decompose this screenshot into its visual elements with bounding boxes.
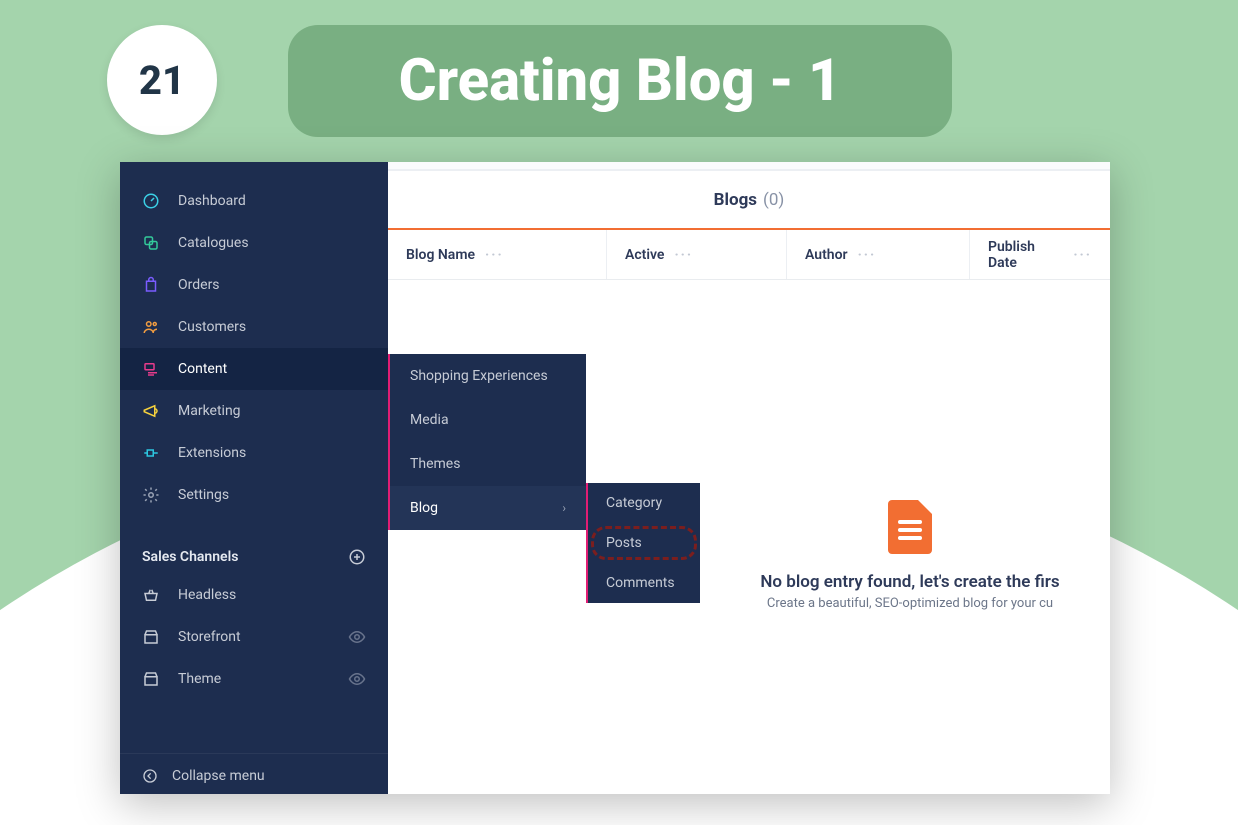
content-icon [142, 360, 160, 378]
channel-label: Headless [178, 587, 236, 603]
sidebar-item-customers[interactable]: Customers [120, 306, 388, 348]
page-title-text: Blogs [714, 190, 757, 210]
chevron-right-icon: › [562, 501, 566, 515]
sidebar-item-dashboard[interactable]: Dashboard [120, 180, 388, 222]
submenu-label: Comments [606, 575, 675, 591]
submenu-item-themes[interactable]: Themes [390, 442, 586, 486]
submenu-label: Blog [410, 500, 438, 516]
column-label: Blog Name [406, 247, 475, 263]
sidebar: Dashboard Catalogues Orders Customers Co… [120, 162, 388, 794]
dashboard-icon [142, 192, 160, 210]
channel-item-storefront[interactable]: Storefront [120, 616, 388, 658]
storefront-icon [142, 628, 160, 646]
sidebar-item-marketing[interactable]: Marketing [120, 390, 388, 432]
submenu-item-blog[interactable]: Blog › [390, 486, 586, 530]
add-channel-icon[interactable] [348, 548, 366, 566]
submenu-label: Category [606, 495, 662, 511]
sidebar-item-label: Settings [178, 487, 229, 503]
column-menu-icon[interactable]: ··· [674, 247, 693, 263]
submenu-label: Shopping Experiences [410, 368, 548, 384]
extensions-icon [142, 444, 160, 462]
blog-submenu-category[interactable]: Category [588, 483, 700, 523]
page-title: Blogs (0) [388, 170, 1110, 228]
column-header-blog-name[interactable]: Blog Name ··· [388, 230, 607, 279]
collapse-label: Collapse menu [172, 768, 265, 784]
catalogues-icon [142, 234, 160, 252]
sidebar-item-label: Catalogues [178, 235, 249, 251]
column-header-active[interactable]: Active ··· [607, 230, 787, 279]
submenu-label: Posts [606, 535, 642, 551]
customers-icon [142, 318, 160, 336]
channel-label: Theme [178, 671, 221, 687]
table-header: Blog Name ··· Active ··· Author ··· Publish… [388, 228, 1110, 280]
column-header-author[interactable]: Author ··· [787, 230, 970, 279]
visibility-icon[interactable] [348, 628, 366, 646]
storefront-icon [142, 670, 160, 688]
visibility-icon[interactable] [348, 670, 366, 688]
sidebar-item-label: Dashboard [178, 193, 246, 209]
section-header-label: Sales Channels [142, 549, 238, 565]
sidebar-item-label: Marketing [178, 403, 241, 419]
submenu-item-shopping-experiences[interactable]: Shopping Experiences [390, 354, 586, 398]
sidebar-item-extensions[interactable]: Extensions [120, 432, 388, 474]
blog-submenu-posts[interactable]: Posts [588, 523, 700, 563]
column-header-publish-date[interactable]: Publish Date ··· [970, 230, 1110, 279]
tutorial-slide: 21 Creating Blog - 1 Dashboard Catalogue… [0, 0, 1238, 825]
sidebar-item-settings[interactable]: Settings [120, 474, 388, 516]
slide-title-banner: Creating Blog - 1 [288, 25, 952, 137]
column-label: Active [625, 247, 664, 263]
collapse-menu-button[interactable]: Collapse menu [120, 753, 388, 794]
document-icon [888, 500, 932, 554]
app-window: Dashboard Catalogues Orders Customers Co… [120, 162, 1110, 794]
sidebar-item-catalogues[interactable]: Catalogues [120, 222, 388, 264]
page-title-count: (0) [763, 190, 784, 210]
submenu-label: Media [410, 412, 449, 428]
channel-item-theme[interactable]: Theme [120, 658, 388, 700]
step-number-badge: 21 [107, 25, 217, 135]
column-menu-icon[interactable]: ··· [485, 247, 504, 263]
column-menu-icon[interactable]: ··· [1073, 247, 1092, 263]
channel-label: Storefront [178, 629, 241, 645]
submenu-item-media[interactable]: Media [390, 398, 586, 442]
sidebar-item-label: Orders [178, 277, 220, 293]
column-label: Author [805, 247, 848, 263]
sidebar-item-orders[interactable]: Orders [120, 264, 388, 306]
empty-state: No blog entry found, let's create the fi… [710, 500, 1110, 611]
sales-channels-header: Sales Channels [120, 534, 388, 574]
sidebar-item-label: Customers [178, 319, 246, 335]
submenu-label: Themes [410, 456, 460, 472]
chevron-left-icon [142, 768, 158, 784]
sidebar-item-label: Content [178, 361, 227, 377]
sidebar-item-content[interactable]: Content [120, 348, 388, 390]
empty-state-sub: Create a beautiful, SEO-optimized blog f… [710, 596, 1110, 611]
gear-icon [142, 486, 160, 504]
orders-icon [142, 276, 160, 294]
basket-icon [142, 586, 160, 604]
column-menu-icon[interactable]: ··· [858, 247, 877, 263]
sidebar-item-label: Extensions [178, 445, 246, 461]
column-label: Publish Date [988, 239, 1063, 271]
blog-submenu-comments[interactable]: Comments [588, 563, 700, 603]
empty-state-heading: No blog entry found, let's create the fi… [710, 572, 1110, 592]
content-submenu: Shopping Experiences Media Themes Blog › [388, 354, 586, 530]
channel-item-headless[interactable]: Headless [120, 574, 388, 616]
blog-submenu: Category Posts Comments [586, 483, 700, 603]
marketing-icon [142, 402, 160, 420]
